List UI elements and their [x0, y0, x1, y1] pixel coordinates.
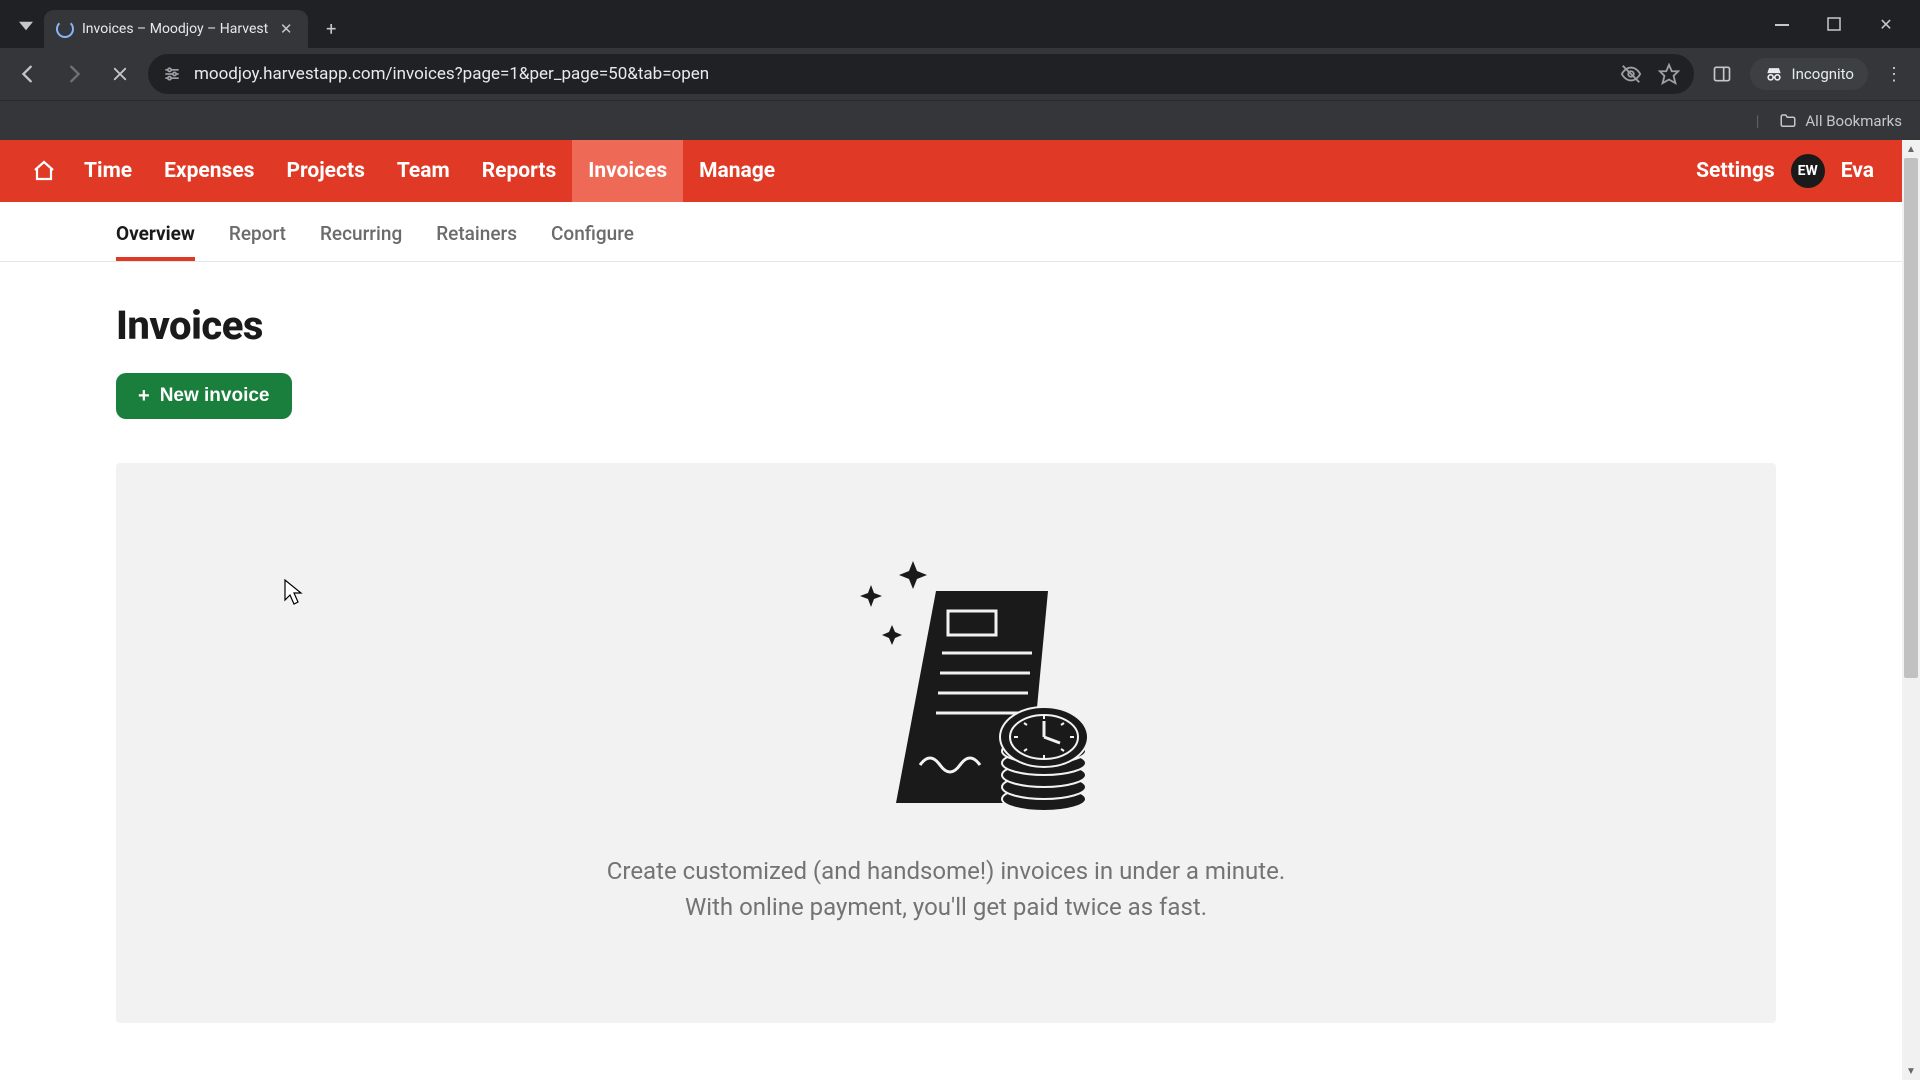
home-icon[interactable] [24, 151, 64, 191]
back-button[interactable] [10, 56, 46, 92]
new-invoice-button[interactable]: + New invoice [116, 373, 292, 419]
all-bookmarks-link[interactable]: All Bookmarks [1805, 112, 1902, 130]
app-sub-nav: Overview Report Recurring Retainers Configur… [0, 202, 1902, 262]
incognito-indicator[interactable]: Incognito [1750, 58, 1868, 90]
address-bar[interactable]: moodjoy.harvestapp.com/invoices?page=1&p… [148, 54, 1694, 94]
user-name[interactable]: Eva [1841, 159, 1874, 183]
site-settings-icon[interactable] [162, 64, 182, 84]
new-tab-button[interactable]: + [314, 12, 348, 46]
page-title: Invoices [116, 302, 1902, 349]
url-text: moodjoy.harvestapp.com/invoices?page=1&p… [194, 64, 1608, 84]
empty-state-text: Create customized (and handsome!) invoic… [607, 853, 1285, 925]
maximize-button[interactable] [1820, 10, 1848, 38]
eye-off-icon[interactable] [1620, 63, 1642, 85]
new-invoice-label: New invoice [160, 385, 270, 407]
nav-item-projects[interactable]: Projects [270, 140, 380, 202]
incognito-label: Incognito [1792, 65, 1854, 83]
stop-reload-button[interactable] [102, 56, 138, 92]
browser-toolbar: moodjoy.harvestapp.com/invoices?page=1&p… [0, 48, 1920, 100]
tab-title: Invoices – Moodjoy – Harvest [82, 21, 268, 37]
browser-menu-button[interactable]: ⋮ [1878, 64, 1910, 85]
nav-items: TimeExpensesProjectsTeamReportsInvoicesM… [68, 140, 791, 202]
app-primary-nav: TimeExpensesProjectsTeamReportsInvoicesM… [0, 140, 1902, 202]
tab-search-dropdown[interactable] [8, 8, 44, 44]
scroll-up-button[interactable]: ▲ [1902, 140, 1920, 158]
browser-tab-active[interactable]: Invoices – Moodjoy – Harvest ✕ [44, 10, 308, 48]
nav-item-invoices[interactable]: Invoices [572, 140, 683, 202]
forward-button[interactable] [56, 56, 92, 92]
empty-line-2: With online payment, you'll get paid twi… [607, 889, 1285, 925]
tab-overview[interactable]: Overview [116, 222, 195, 261]
bookmarks-separator: | [1756, 112, 1760, 130]
avatar[interactable]: EW [1791, 154, 1825, 188]
nav-item-reports[interactable]: Reports [466, 140, 573, 202]
nav-item-manage[interactable]: Manage [683, 140, 791, 202]
bookmarks-bar: | All Bookmarks [0, 100, 1920, 140]
bookmark-star-icon[interactable] [1658, 63, 1680, 85]
window-controls: ✕ [1768, 10, 1912, 48]
page-viewport: ▲ ▼ TimeExpensesProjectsTeamReportsInvoi… [0, 140, 1920, 1080]
tab-recurring[interactable]: Recurring [320, 222, 402, 261]
minimize-button[interactable] [1768, 10, 1796, 38]
side-panel-button[interactable] [1704, 56, 1740, 92]
tab-configure[interactable]: Configure [551, 222, 634, 261]
loading-spinner-icon [56, 20, 74, 38]
plus-icon: + [138, 386, 150, 406]
empty-state: Create customized (and handsome!) invoic… [116, 463, 1776, 1023]
page-content: Invoices + New invoice [0, 262, 1902, 1023]
nav-item-expenses[interactable]: Expenses [148, 140, 270, 202]
nav-item-team[interactable]: Team [381, 140, 466, 202]
scroll-thumb[interactable] [1904, 158, 1918, 678]
tab-retainers[interactable]: Retainers [436, 222, 517, 261]
nav-item-time[interactable]: Time [68, 140, 148, 202]
browser-tab-strip: Invoices – Moodjoy – Harvest ✕ + ✕ [0, 0, 1920, 48]
invoice-illustration [796, 543, 1096, 823]
tab-report[interactable]: Report [229, 222, 286, 261]
folder-icon [1779, 112, 1797, 130]
scroll-down-button[interactable]: ▼ [1902, 1062, 1920, 1080]
close-window-button[interactable]: ✕ [1872, 10, 1900, 38]
close-tab-button[interactable]: ✕ [276, 19, 296, 39]
settings-link[interactable]: Settings [1696, 159, 1775, 183]
scrollbar[interactable]: ▲ ▼ [1902, 140, 1920, 1080]
empty-line-1: Create customized (and handsome!) invoic… [607, 853, 1285, 889]
